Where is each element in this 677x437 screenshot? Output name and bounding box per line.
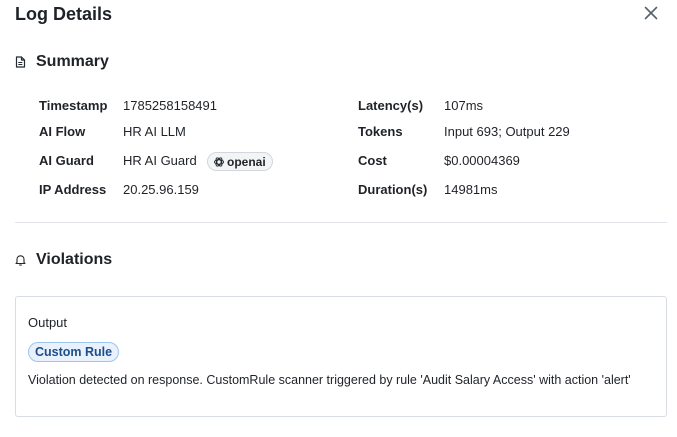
dialog-title: Log Details [15, 4, 113, 24]
cost-label: Cost [358, 153, 387, 168]
violation-stage: Output [28, 315, 68, 330]
close-button[interactable] [643, 5, 659, 21]
dialog-header: Log Details [15, 4, 667, 26]
violation-message: Violation detected on response. CustomRu… [28, 373, 631, 387]
latency-label: Latency(s) [358, 98, 424, 113]
openai-icon [213, 156, 225, 168]
provider-label: openai [227, 154, 266, 169]
section-divider [15, 222, 667, 223]
provider-badge: openai [207, 152, 273, 171]
duration-value: 14981ms [444, 182, 498, 197]
ip-address-label: IP Address [39, 182, 107, 197]
ai-flow-value: HR AI LLM [123, 124, 186, 139]
ip-address-value: 20.25.96.159 [123, 182, 199, 197]
document-icon [15, 55, 27, 69]
violations-heading: Violations [15, 250, 112, 270]
latency-value: 107ms [444, 98, 484, 113]
summary-heading: Summary [15, 52, 109, 72]
timestamp-value: 1785258158491 [123, 98, 217, 113]
summary-heading-label: Summary [36, 53, 109, 70]
ai-guard-label: AI Guard [39, 153, 94, 168]
rule-badge: Custom Rule [28, 342, 120, 362]
violation-card: Output Custom Rule Violation detected on… [15, 296, 667, 417]
violations-heading-label: Violations [36, 251, 113, 268]
timestamp-label: Timestamp [39, 98, 108, 113]
tokens-value: Input 693; Output 229 [444, 124, 570, 139]
duration-label: Duration(s) [358, 182, 428, 197]
cost-value: $0.00004369 [444, 153, 520, 168]
close-icon [644, 6, 658, 20]
tokens-label: Tokens [358, 124, 403, 139]
ai-guard-value: HR AI Guard [123, 153, 197, 168]
ai-flow-label: AI Flow [39, 124, 86, 139]
bell-icon [15, 253, 27, 267]
